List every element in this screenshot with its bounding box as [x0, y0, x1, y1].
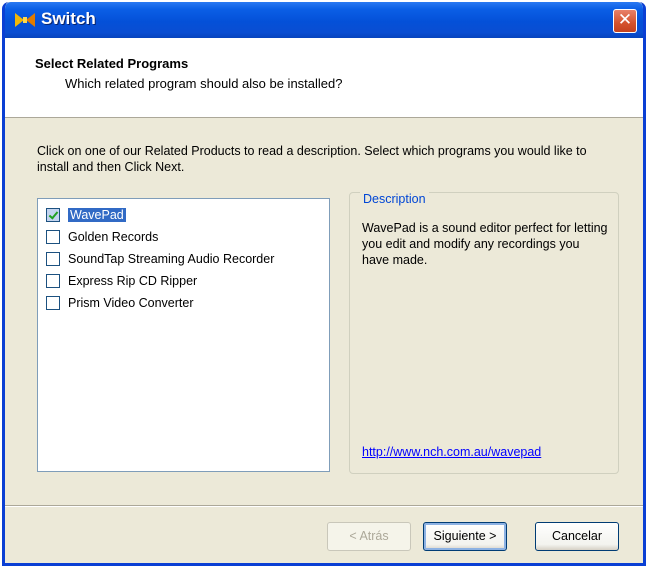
product-link[interactable]: http://www.nch.com.au/wavepad: [362, 445, 541, 459]
next-button[interactable]: Siguiente >: [423, 522, 507, 551]
app-icon: [15, 13, 35, 27]
checkbox[interactable]: [46, 274, 60, 288]
instruction-text: Click on one of our Related Products to …: [37, 144, 587, 174]
checkbox[interactable]: [46, 296, 60, 310]
list-item-wavepad[interactable]: WavePad: [46, 205, 126, 225]
list-item-prism[interactable]: Prism Video Converter: [46, 293, 194, 313]
list-item-label: Golden Records: [68, 230, 159, 244]
checkbox[interactable]: [46, 230, 60, 244]
description-text: WavePad is a sound editor perfect for le…: [362, 221, 608, 267]
list-item-label: Express Rip CD Ripper: [68, 274, 198, 288]
footer-divider: [5, 505, 643, 507]
page-subtitle: Which related program should also be ins…: [65, 76, 343, 91]
list-item-soundtap[interactable]: SoundTap Streaming Audio Recorder: [46, 249, 274, 269]
list-item-label: Prism Video Converter: [68, 296, 194, 310]
installer-window: Switch ✕ Select Related Programs Which r…: [2, 2, 646, 566]
back-button[interactable]: < Atrás: [327, 522, 411, 551]
list-item-golden-records[interactable]: Golden Records: [46, 227, 158, 247]
close-icon: ✕: [617, 10, 633, 30]
list-item-label: WavePad: [68, 208, 126, 222]
checkbox[interactable]: [46, 252, 60, 266]
list-item-express-rip[interactable]: Express Rip CD Ripper: [46, 271, 197, 291]
close-button[interactable]: ✕: [613, 9, 637, 33]
cancel-button[interactable]: Cancelar: [535, 522, 619, 551]
list-item-label: SoundTap Streaming Audio Recorder: [68, 252, 275, 266]
program-list[interactable]: WavePad Golden Records SoundTap Streamin…: [37, 198, 330, 472]
page-title: Select Related Programs: [35, 56, 189, 71]
checkbox[interactable]: [46, 208, 60, 222]
description-group: Description WavePad is a sound editor pe…: [349, 192, 619, 474]
window-title: Switch: [41, 9, 96, 28]
title-bar[interactable]: Switch ✕: [5, 2, 643, 38]
wizard-header: Select Related Programs Which related pr…: [5, 38, 643, 118]
description-legend: Description: [360, 192, 429, 206]
